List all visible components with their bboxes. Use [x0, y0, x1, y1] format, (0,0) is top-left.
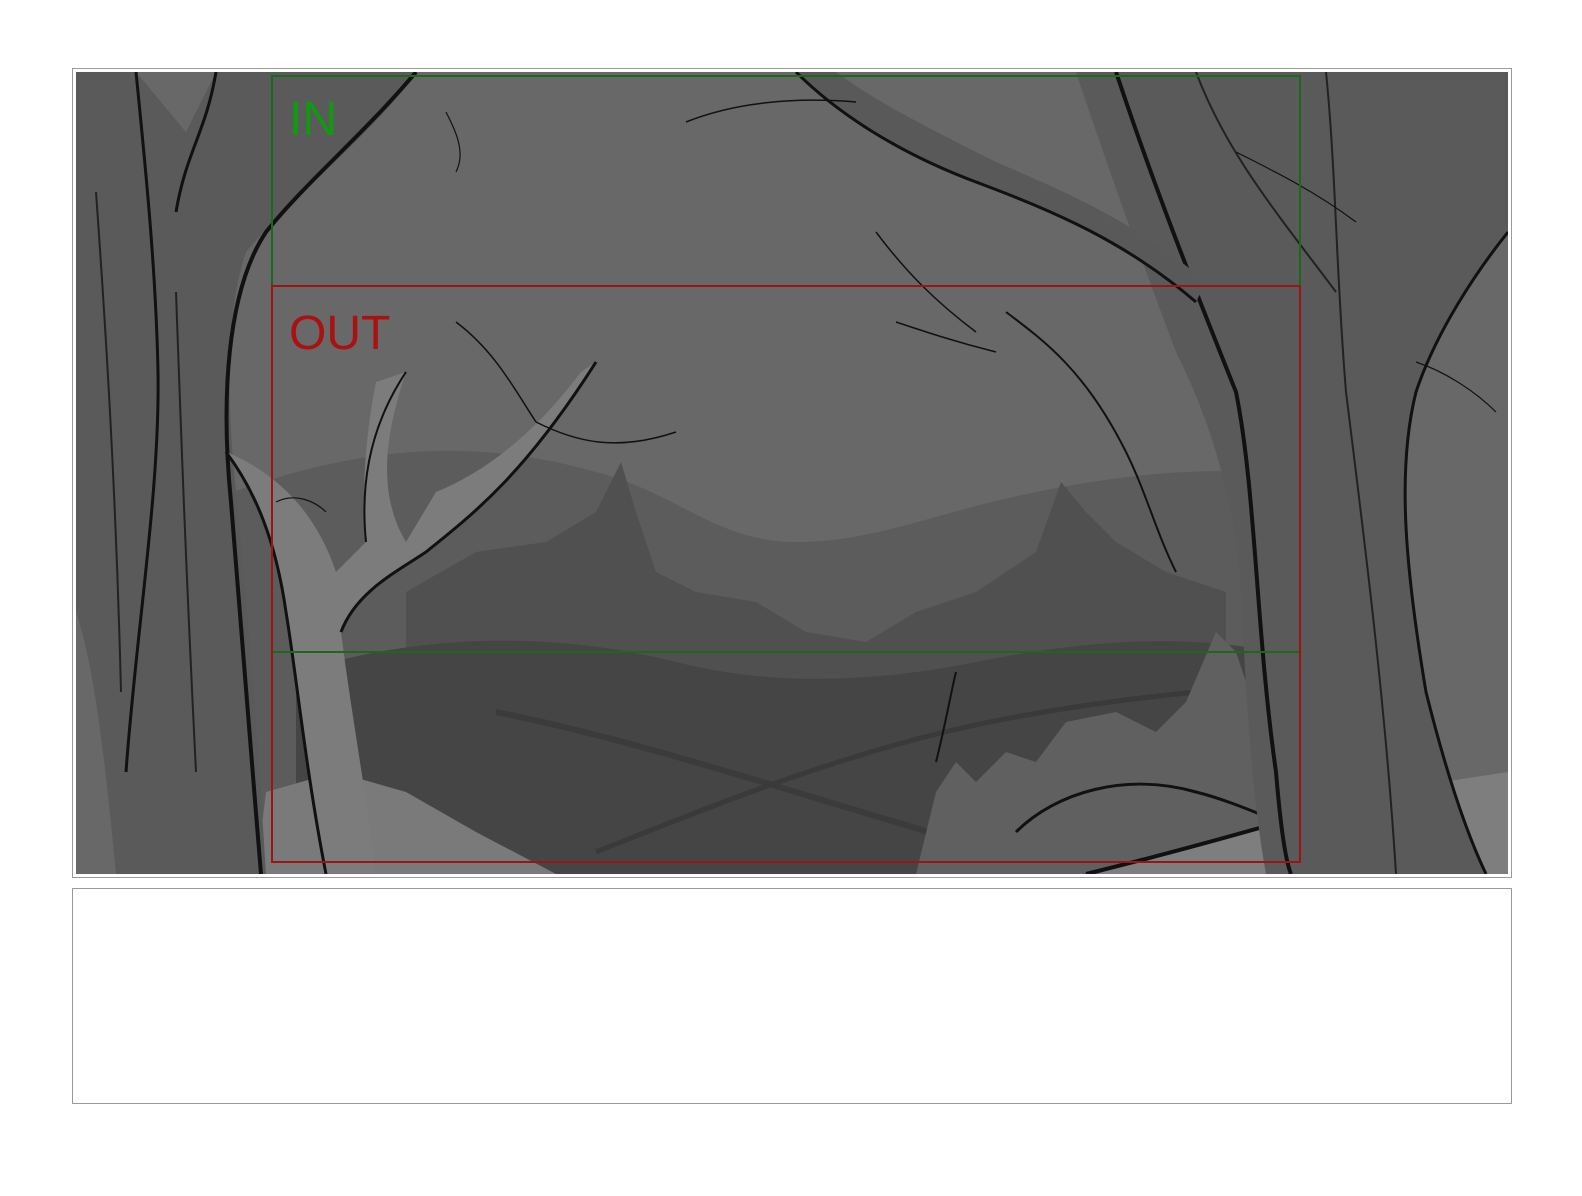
- camera-in-label: IN: [289, 93, 337, 146]
- storyboard-panel: IN OUT: [72, 68, 1512, 878]
- panel-notes-box[interactable]: [72, 888, 1512, 1104]
- forest-scene-drawing: [76, 72, 1508, 874]
- forest-scene-sketch: IN OUT: [76, 72, 1508, 874]
- camera-out-label: OUT: [289, 307, 391, 360]
